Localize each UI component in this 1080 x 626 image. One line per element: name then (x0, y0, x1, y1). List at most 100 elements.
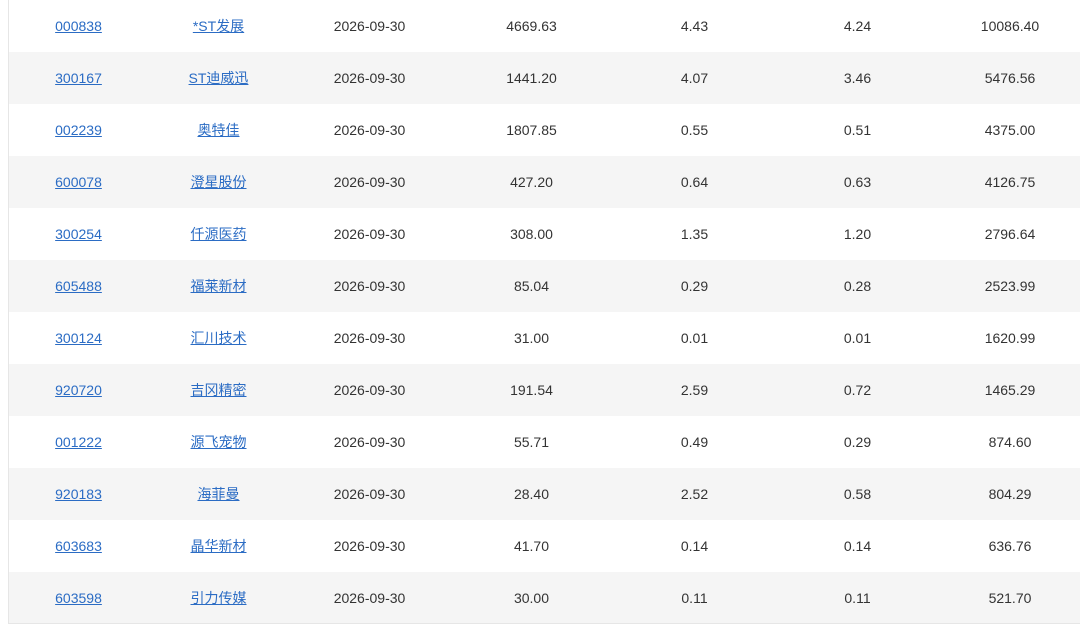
table-body: 000838 *ST发展 2026-09-30 4669.63 4.43 4.24 1008… (9, 0, 1080, 623)
table-row: 001222 源飞宠物 2026-09-30 55.71 0.49 0.29 874.60 (9, 416, 1080, 468)
table-row: 300167 ST迪威迅 2026-09-30 1441.20 4.07 3.46 5476… (9, 52, 1080, 104)
stock-code-link[interactable]: 300167 (55, 70, 102, 86)
stock-name-link[interactable]: 汇川技术 (191, 330, 247, 346)
stock-name-link[interactable]: 福莱新材 (191, 278, 247, 294)
report-date-cell: 2026-09-30 (289, 572, 450, 623)
table-row: 920183 海菲曼 2026-09-30 28.40 2.52 0.58 804.29 (9, 468, 1080, 520)
stock-name-link[interactable]: 晶华新材 (191, 538, 247, 554)
value-col-2-cell: 0.55 (680, 122, 709, 138)
value-col-3-cell: 0.11 (776, 572, 939, 623)
value-col-3-cell: 0.28 (776, 260, 939, 312)
value-col-4-cell: 2796.64 (984, 226, 1036, 242)
value-col-4-cell: 4126.75 (939, 156, 1080, 208)
stock-name-link[interactable]: 吉冈精密 (191, 382, 247, 398)
table-row: 920720 吉冈精密 2026-09-30 191.54 2.59 0.72 1465.2… (9, 364, 1080, 416)
value-col-2-cell: 1.35 (680, 226, 709, 242)
stock-code-link[interactable]: 603683 (55, 538, 102, 554)
stock-code-cell: 002239 (9, 104, 148, 156)
stock-name-cell: ST迪威迅 (148, 52, 289, 104)
report-date-cell: 2026-09-30 (333, 434, 406, 450)
stock-code-link[interactable]: 002239 (55, 122, 102, 138)
stock-name-link[interactable]: ST迪威迅 (189, 70, 249, 86)
table-row: 603683 晶华新材 2026-09-30 41.70 0.14 0.14 636.76 (9, 520, 1080, 572)
value-col-2-cell: 0.14 (680, 538, 709, 554)
stock-code-cell: 600078 (9, 156, 148, 208)
stock-code-link[interactable]: 000838 (55, 18, 102, 34)
report-date-cell: 2026-09-30 (289, 156, 450, 208)
stock-code-cell: 001222 (9, 416, 148, 468)
stock-name-cell: 晶华新材 (148, 520, 289, 572)
value-col-4-cell: 4375.00 (984, 122, 1036, 138)
stock-code-cell: 300167 (9, 52, 148, 104)
stock-name-cell: 福莱新材 (148, 260, 289, 312)
value-col-4-cell: 874.60 (988, 434, 1032, 450)
report-date-cell: 2026-09-30 (289, 260, 450, 312)
report-date-cell: 2026-09-30 (289, 364, 450, 416)
report-date-cell: 2026-09-30 (333, 226, 406, 242)
stock-code-link[interactable]: 920720 (55, 382, 102, 398)
table-row: 600078 澄星股份 2026-09-30 427.20 0.64 0.63 4126.7… (9, 156, 1080, 208)
stock-code-cell: 000838 (9, 0, 148, 52)
value-col-3-cell: 0.58 (776, 468, 939, 520)
stock-name-link[interactable]: 源飞宠物 (191, 434, 247, 450)
value-col-1-cell: 1441.20 (450, 52, 613, 104)
stock-code-link[interactable]: 603598 (55, 590, 102, 606)
value-col-1-cell: 28.40 (450, 468, 613, 520)
table-row: 605488 福莱新材 2026-09-30 85.04 0.29 0.28 2523.99 (9, 260, 1080, 312)
stock-code-cell: 300124 (9, 312, 148, 364)
stock-name-link[interactable]: 仟源医药 (191, 226, 247, 242)
value-col-4-cell: 5476.56 (939, 52, 1080, 104)
value-col-3-cell: 0.51 (843, 122, 872, 138)
stock-code-cell: 300254 (9, 208, 148, 260)
holdings-table: 000838 *ST发展 2026-09-30 4669.63 4.43 4.24 1008… (9, 0, 1080, 623)
stock-name-link[interactable]: 澄星股份 (191, 174, 247, 190)
stock-name-cell: 奥特佳 (148, 104, 289, 156)
stock-code-link[interactable]: 300254 (55, 226, 102, 242)
table-row: 603598 引力传媒 2026-09-30 30.00 0.11 0.11 521.70 (9, 572, 1080, 623)
report-date-cell: 2026-09-30 (333, 330, 406, 346)
value-col-1-cell: 41.70 (513, 538, 550, 554)
stock-code-cell: 920183 (9, 468, 148, 520)
value-col-3-cell: 0.29 (843, 434, 872, 450)
report-date-cell: 2026-09-30 (333, 18, 406, 34)
value-col-2-cell: 0.29 (613, 260, 776, 312)
stock-code-link[interactable]: 605488 (55, 278, 102, 294)
value-col-1-cell: 308.00 (510, 226, 553, 242)
report-date-cell: 2026-09-30 (289, 468, 450, 520)
value-col-2-cell: 0.11 (613, 572, 776, 623)
value-col-2-cell: 4.43 (680, 18, 709, 34)
holdings-table-container: 000838 *ST发展 2026-09-30 4669.63 4.43 4.24 1008… (8, 0, 1080, 624)
stock-name-cell: *ST发展 (148, 0, 289, 52)
value-col-4-cell: 1465.29 (939, 364, 1080, 416)
table-row: 000838 *ST发展 2026-09-30 4669.63 4.43 4.24 1008… (9, 0, 1080, 52)
stock-code-cell: 603598 (9, 572, 148, 623)
value-col-2-cell: 2.52 (613, 468, 776, 520)
value-col-1-cell: 55.71 (513, 434, 550, 450)
table-row: 002239 奥特佳 2026-09-30 1807.85 0.55 0.51 4375.0… (9, 104, 1080, 156)
stock-name-link[interactable]: 奥特佳 (198, 122, 240, 138)
value-col-3-cell: 0.01 (843, 330, 872, 346)
stock-name-link[interactable]: 引力传媒 (191, 590, 247, 606)
value-col-3-cell: 3.46 (776, 52, 939, 104)
value-col-1-cell: 427.20 (450, 156, 613, 208)
value-col-2-cell: 0.64 (613, 156, 776, 208)
stock-code-link[interactable]: 600078 (55, 174, 102, 190)
stock-name-link[interactable]: 海菲曼 (198, 486, 240, 502)
value-col-2-cell: 0.49 (680, 434, 709, 450)
value-col-3-cell: 4.24 (843, 18, 872, 34)
stock-code-link[interactable]: 300124 (55, 330, 102, 346)
value-col-1-cell: 85.04 (450, 260, 613, 312)
value-col-1-cell: 4669.63 (506, 18, 557, 34)
value-col-4-cell: 804.29 (939, 468, 1080, 520)
stock-code-link[interactable]: 920183 (55, 486, 102, 502)
value-col-3-cell: 0.63 (776, 156, 939, 208)
stock-name-cell: 澄星股份 (148, 156, 289, 208)
stock-name-link[interactable]: *ST发展 (193, 18, 244, 34)
stock-code-link[interactable]: 001222 (55, 434, 102, 450)
report-date-cell: 2026-09-30 (289, 52, 450, 104)
stock-code-cell: 603683 (9, 520, 148, 572)
stock-name-cell: 海菲曼 (148, 468, 289, 520)
value-col-2-cell: 2.59 (613, 364, 776, 416)
value-col-1-cell: 1807.85 (506, 122, 557, 138)
stock-code-cell: 920720 (9, 364, 148, 416)
